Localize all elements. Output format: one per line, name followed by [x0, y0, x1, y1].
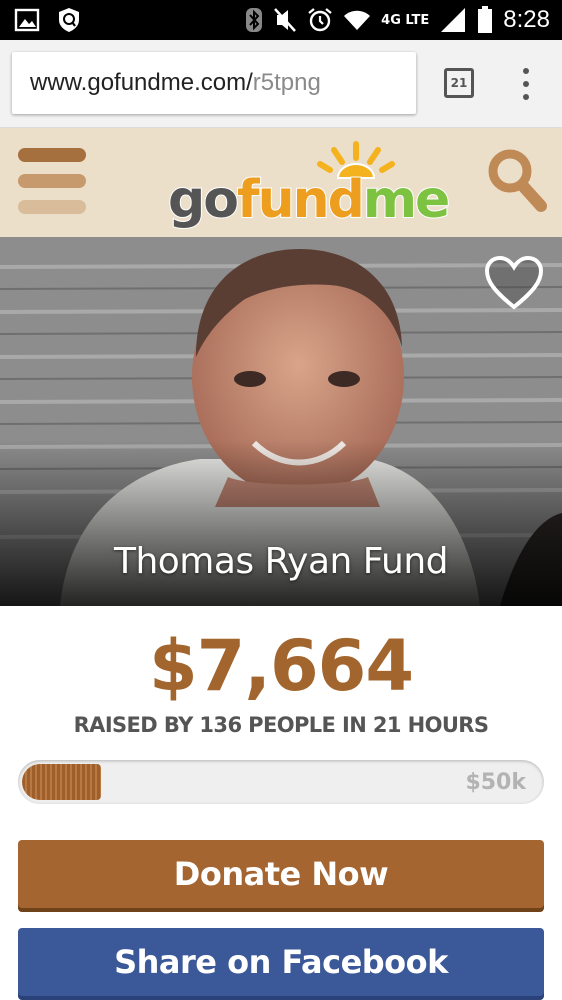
- tab-switcher-button[interactable]: 21: [444, 68, 474, 98]
- hamburger-icon[interactable]: [18, 148, 86, 214]
- logo-me: me: [362, 169, 451, 231]
- donate-now-button[interactable]: Donate Now: [18, 840, 544, 908]
- search-icon[interactable]: [486, 146, 548, 216]
- bluetooth-icon: [246, 8, 263, 32]
- alarm-icon: [308, 8, 332, 32]
- image-icon: [14, 8, 40, 32]
- location-shield-icon: [59, 8, 79, 32]
- mute-icon: [274, 8, 297, 32]
- raised-summary: RAISED BY 136 PEOPLE IN 21 HOURS: [73, 713, 489, 737]
- logo-fund: fund: [236, 169, 366, 231]
- campaign-photo: Thomas Ryan Fund: [0, 237, 562, 606]
- status-bar: 4G LTE 8:28: [0, 0, 562, 40]
- browser-toolbar: www.gofundme.com/r5tpng 21: [0, 40, 562, 128]
- wifi-icon: [344, 10, 371, 30]
- url-host: www.gofundme.com/: [30, 69, 253, 96]
- logo-go: go: [167, 169, 240, 231]
- goal-amount: $50k: [465, 770, 526, 795]
- funding-progress-bar: $50k: [18, 760, 544, 804]
- address-bar[interactable]: www.gofundme.com/r5tpng: [12, 52, 416, 114]
- network-type-label: 4G LTE: [381, 12, 430, 28]
- favorite-heart-icon[interactable]: [484, 255, 544, 311]
- site-header: gofundme: [0, 128, 562, 237]
- progress-fill: [22, 764, 101, 800]
- amount-raised: $7,664: [148, 625, 414, 707]
- battery-icon: [478, 6, 493, 33]
- url-path: r5tpng: [252, 69, 321, 96]
- clock: 8:28: [503, 6, 550, 33]
- overflow-menu-icon[interactable]: [514, 64, 538, 104]
- gofundme-logo[interactable]: gofundme: [167, 140, 451, 232]
- campaign-title: Thomas Ryan Fund: [113, 541, 449, 582]
- share-on-facebook-button[interactable]: Share on Facebook: [18, 928, 544, 996]
- signal-icon: [441, 8, 466, 32]
